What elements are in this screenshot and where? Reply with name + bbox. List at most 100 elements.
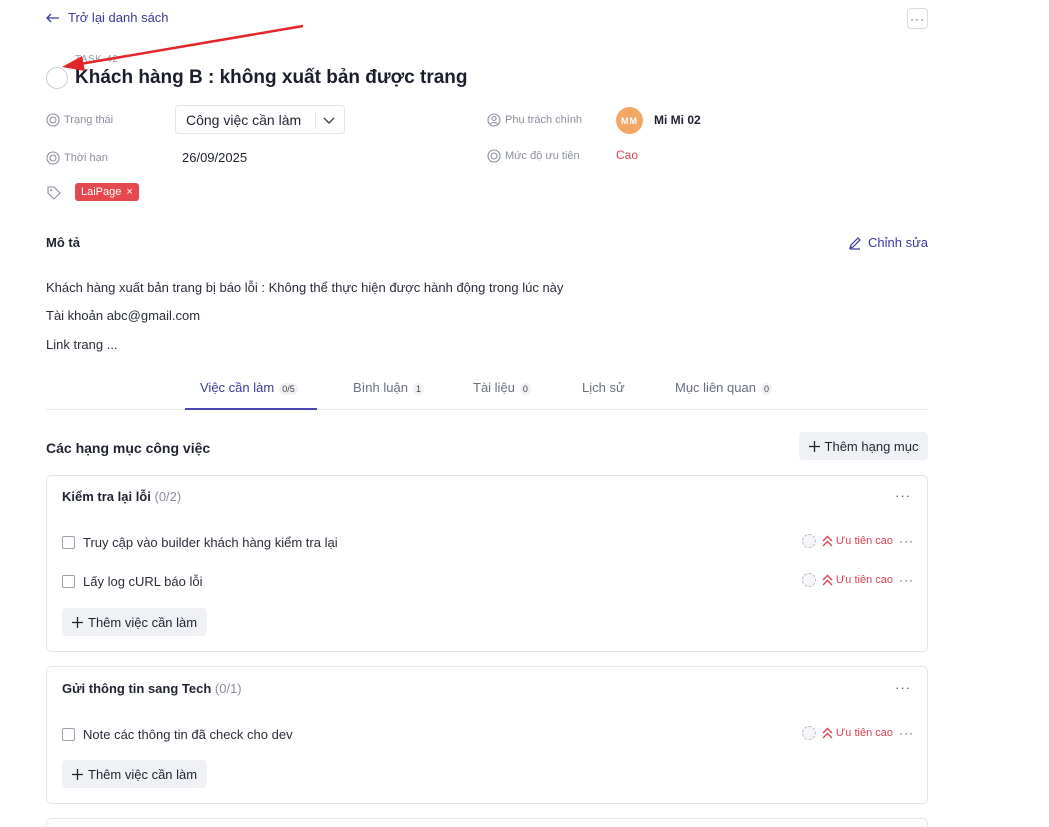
status-label-row: Trạng thái: [46, 113, 113, 127]
item-text[interactable]: Lấy log cURL báo lỗi: [83, 574, 202, 589]
back-link[interactable]: Trở lại danh sách: [46, 10, 169, 25]
tab-history[interactable]: Lịch sử: [582, 371, 625, 410]
double-chevron-up-icon: [822, 574, 833, 586]
add-task-button[interactable]: Thêm việc cần làm: [62, 608, 208, 636]
tab-label: Bình luận: [353, 380, 408, 395]
section-title[interactable]: Kiểm tra lại lỗi (0/2): [62, 489, 181, 504]
description-line: Tài khoản abc@gmail.com: [46, 308, 201, 323]
priority-label-row: Mức độ ưu tiên: [487, 149, 580, 163]
item-priority[interactable]: Ưu tiên cao: [822, 727, 893, 739]
back-link-label: Trở lại danh sách: [68, 10, 169, 25]
priority-text: Ưu tiên cao: [835, 535, 893, 547]
section-name: Kiểm tra lại lỗi: [62, 489, 151, 504]
status-dropdown[interactable]: Công việc cần làm: [175, 105, 345, 134]
priority-value[interactable]: Cao: [616, 148, 638, 162]
edit-label: Chỉnh sửa: [868, 235, 929, 250]
status-icon: [46, 113, 60, 127]
more-icon: ···: [910, 11, 925, 26]
work-section-card: Kiểm tra lại lỗi (0/2) ··· Truy cập vào …: [46, 475, 928, 652]
item-checkbox[interactable]: [62, 535, 75, 549]
tab-badge: 0/5: [279, 383, 298, 395]
double-chevron-up-icon: [822, 535, 833, 547]
item-priority[interactable]: Ưu tiên cao: [822, 535, 893, 547]
dropdown-divider: [315, 112, 316, 129]
priority-icon: [487, 149, 501, 163]
work-section-card: [46, 818, 928, 827]
section-count: (0/2): [154, 489, 182, 504]
work-section-title: Các hạng mục công việc: [46, 440, 211, 456]
due-label: Thời hạn: [64, 152, 108, 164]
section-name: Gửi thông tin sang Tech: [62, 681, 212, 696]
avatar[interactable]: MM: [616, 107, 643, 134]
status-label: Trạng thái: [64, 114, 114, 126]
item-text[interactable]: Truy cập vào builder khách hàng kiểm tra…: [83, 535, 338, 550]
assignee-label-row: Phụ trách chính: [487, 113, 582, 127]
arrow-left-icon: [46, 13, 59, 22]
plus-icon: [72, 616, 83, 628]
description-line: Khách hàng xuất bản trang bị báo lỗi : K…: [46, 280, 564, 295]
chevron-down-icon: [323, 117, 335, 124]
item-meta: Ưu tiên cao ···: [801, 726, 914, 740]
page-title: Khách hàng B : không xuất bản được trang: [75, 67, 468, 88]
tab-badge: 0: [519, 383, 531, 395]
task-id: TASK-42: [75, 54, 119, 65]
due-date-icon: [46, 151, 60, 165]
list-item[interactable]: Note các thông tin đã check cho dev Ưu t…: [62, 724, 914, 744]
item-text[interactable]: Note các thông tin đã check cho dev: [83, 727, 293, 742]
user-icon: [487, 113, 501, 127]
assignee-placeholder-icon[interactable]: [801, 573, 816, 587]
status-value: Công việc cần làm: [186, 111, 302, 128]
tag-chip[interactable]: LaiPage ×: [75, 183, 139, 201]
tab-label: Việc cần làm: [200, 380, 275, 395]
tab-documents[interactable]: Tài liệu 0: [473, 371, 531, 410]
add-section-label: Thêm hạng mục: [824, 438, 919, 454]
add-task-button[interactable]: Thêm việc cần làm: [62, 760, 208, 788]
section-title[interactable]: Gửi thông tin sang Tech (0/1): [62, 681, 242, 696]
description-line: Link trang ...: [46, 337, 118, 352]
edit-description-button[interactable]: Chỉnh sửa: [848, 235, 928, 250]
section-more-button[interactable]: ···: [895, 680, 911, 695]
tab-badge: 1: [412, 383, 424, 395]
tab-todos[interactable]: Việc cần làm 0/5: [185, 371, 317, 410]
item-more-button[interactable]: ···: [899, 726, 914, 740]
plus-icon: [808, 440, 820, 452]
item-meta: Ưu tiên cao ···: [801, 534, 914, 548]
double-chevron-up-icon: [822, 727, 833, 739]
due-date-value[interactable]: 26/09/2025: [182, 150, 247, 165]
complete-task-toggle[interactable]: [46, 67, 68, 89]
pencil-icon: [849, 236, 861, 250]
tag-label: LaiPage: [81, 186, 122, 198]
section-count: (0/1): [214, 681, 242, 696]
item-priority[interactable]: Ưu tiên cao: [822, 574, 893, 586]
item-more-button[interactable]: ···: [899, 573, 914, 587]
item-more-button[interactable]: ···: [899, 534, 914, 548]
priority-text: Ưu tiên cao: [835, 727, 893, 739]
list-item[interactable]: Truy cập vào builder khách hàng kiểm tra…: [62, 532, 914, 552]
work-section-card: Gửi thông tin sang Tech (0/1) ··· Note c…: [46, 666, 928, 804]
item-checkbox[interactable]: [62, 574, 75, 588]
assignee-placeholder-icon[interactable]: [801, 534, 816, 548]
due-label-row: Thời hạn: [46, 151, 108, 165]
assignee-label: Phụ trách chính: [505, 114, 583, 126]
tab-comments[interactable]: Bình luận 1: [353, 371, 424, 410]
tab-badge: 0: [760, 383, 772, 395]
more-options-button[interactable]: ···: [907, 8, 928, 29]
tag-icon: [47, 186, 61, 200]
tab-related[interactable]: Mục liên quan 0: [675, 371, 772, 410]
tab-bar: Việc cần làm 0/5 Bình luận 1 Tài liệu 0 …: [46, 371, 928, 410]
assignee-placeholder-icon[interactable]: [801, 726, 816, 740]
plus-icon: [72, 768, 83, 780]
tab-label: Mục liên quan: [675, 380, 756, 395]
add-task-label: Thêm việc cần làm: [88, 614, 198, 630]
priority-text: Ưu tiên cao: [835, 574, 893, 586]
section-more-button[interactable]: ···: [895, 488, 911, 503]
close-icon[interactable]: ×: [126, 186, 132, 198]
list-item[interactable]: Lấy log cURL báo lỗi Ưu tiên cao ···: [62, 571, 914, 591]
tab-label: Lịch sử: [582, 380, 625, 395]
tab-label: Tài liệu: [473, 380, 515, 395]
add-task-label: Thêm việc cần làm: [88, 766, 198, 782]
description-title: Mô tả: [46, 235, 80, 250]
add-section-button[interactable]: Thêm hạng mục: [799, 432, 928, 460]
assignee-name[interactable]: Mi Mi 02: [654, 113, 701, 127]
item-checkbox[interactable]: [62, 727, 75, 741]
